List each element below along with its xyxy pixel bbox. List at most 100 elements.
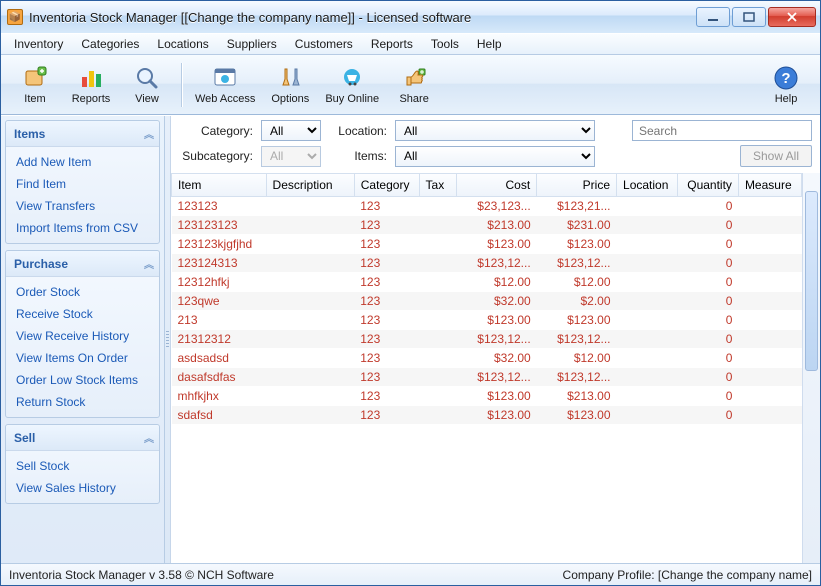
table-row[interactable]: 123123kjgfjhd123$123.00$123.000 <box>172 235 802 254</box>
cell-qty: 0 <box>678 273 739 292</box>
panel-head-purchase[interactable]: Purchase︽ <box>6 251 159 277</box>
titlebar[interactable]: 📦 Inventoria Stock Manager [[Change the … <box>1 1 820 33</box>
search-input[interactable] <box>632 120 812 141</box>
col-item[interactable]: Item <box>172 174 267 197</box>
cell-qty: 0 <box>678 330 739 349</box>
panel-head-items[interactable]: Items ︽ <box>6 121 159 147</box>
menu-categories[interactable]: Categories <box>72 34 148 54</box>
table-row[interactable]: dasafsdfas123$123,12...$123,12...0 <box>172 368 802 387</box>
table-row[interactable]: 123123123$23,123...$123,21...0 <box>172 197 802 216</box>
cell-cost: $123,12... <box>457 330 537 349</box>
menu-customers[interactable]: Customers <box>286 34 362 54</box>
cell-tax <box>419 273 457 292</box>
data-grid[interactable]: ItemDescriptionCategoryTaxCostPriceLocat… <box>171 173 802 563</box>
toolbar-item[interactable]: Item <box>7 58 63 112</box>
link-order-stock[interactable]: Order Stock <box>8 281 157 303</box>
cell-qty: 0 <box>678 349 739 368</box>
cell-loc <box>617 216 678 235</box>
cell-meas <box>738 254 801 273</box>
cell-loc <box>617 311 678 330</box>
menu-tools[interactable]: Tools <box>422 34 468 54</box>
menu-inventory[interactable]: Inventory <box>5 34 72 54</box>
menu-help[interactable]: Help <box>468 34 511 54</box>
link-order-low-stock-items[interactable]: Order Low Stock Items <box>8 369 157 391</box>
show-all-button: Show All <box>740 145 812 167</box>
cell-item: 123123 <box>172 197 267 216</box>
menu-reports[interactable]: Reports <box>362 34 422 54</box>
cell-item: dasafsdfas <box>172 368 267 387</box>
window-title: Inventoria Stock Manager [[Change the co… <box>29 10 696 25</box>
toolbar-help-label: Help <box>775 93 798 105</box>
toolbar-buy-online[interactable]: Buy Online <box>318 58 386 112</box>
cell-qty: 0 <box>678 311 739 330</box>
link-view-transfers[interactable]: View Transfers <box>8 195 157 217</box>
table-row[interactable]: 21312312123$123,12...$123,12...0 <box>172 330 802 349</box>
cell-cost: $123.00 <box>457 311 537 330</box>
col-price[interactable]: Price <box>537 174 617 197</box>
cell-tax <box>419 197 457 216</box>
table-row[interactable]: 213123$123.00$123.000 <box>172 311 802 330</box>
items-select[interactable]: All <box>395 146 595 167</box>
menu-suppliers[interactable]: Suppliers <box>218 34 286 54</box>
col-description[interactable]: Description <box>266 174 354 197</box>
table-row[interactable]: asdsadsd123$32.00$12.000 <box>172 349 802 368</box>
table-row[interactable]: mhfkjhx123$123.00$213.000 <box>172 387 802 406</box>
table-row[interactable]: 12312hfkj123$12.00$12.000 <box>172 273 802 292</box>
panel-items: Items ︽ Add New ItemFind ItemView Transfer… <box>5 120 160 244</box>
col-measure[interactable]: Measure <box>738 174 801 197</box>
toolbar-web-access[interactable]: Web Access <box>188 58 262 112</box>
table-row[interactable]: 123124313123$123,12...$123,12...0 <box>172 254 802 273</box>
menu-locations[interactable]: Locations <box>148 34 217 54</box>
panel-head-sell[interactable]: Sell︽ <box>6 425 159 451</box>
tools-icon <box>276 64 304 92</box>
minimize-button[interactable] <box>696 7 730 27</box>
toolbar-options[interactable]: Options <box>262 58 318 112</box>
toolbar-view[interactable]: View <box>119 58 175 112</box>
col-cost[interactable]: Cost <box>457 174 537 197</box>
splitter[interactable] <box>165 116 171 563</box>
cell-price: $231.00 <box>537 216 617 235</box>
location-select[interactable]: All <box>395 120 595 141</box>
col-category[interactable]: Category <box>354 174 419 197</box>
category-select[interactable]: All <box>261 120 321 141</box>
link-find-item[interactable]: Find Item <box>8 173 157 195</box>
toolbar-reports[interactable]: Reports <box>63 58 119 112</box>
close-button[interactable] <box>768 7 816 27</box>
cell-loc <box>617 254 678 273</box>
col-quantity[interactable]: Quantity <box>678 174 739 197</box>
chevron-up-icon: ︽ <box>144 126 151 141</box>
panel-body: Order StockReceive StockView Receive His… <box>6 277 159 417</box>
maximize-button[interactable] <box>732 7 766 27</box>
filter-bar: Category: All Location: All Subcategory:… <box>171 116 820 173</box>
table-row[interactable]: 123qwe123$32.00$2.000 <box>172 292 802 311</box>
link-receive-stock[interactable]: Receive Stock <box>8 303 157 325</box>
cell-cost: $213.00 <box>457 216 537 235</box>
cell-loc <box>617 197 678 216</box>
toolbar-share[interactable]: Share <box>386 58 442 112</box>
cell-tax <box>419 330 457 349</box>
toolbar-help[interactable]: ? Help <box>758 58 814 112</box>
bar-chart-icon <box>77 64 105 92</box>
scrollbar-thumb[interactable] <box>805 191 818 371</box>
panel-title: Sell <box>14 431 35 445</box>
link-view-receive-history[interactable]: View Receive History <box>8 325 157 347</box>
table-row[interactable]: 123123123123$213.00$231.000 <box>172 216 802 235</box>
link-sell-stock[interactable]: Sell Stock <box>8 455 157 477</box>
link-view-sales-history[interactable]: View Sales History <box>8 477 157 499</box>
link-view-items-on-order[interactable]: View Items On Order <box>8 347 157 369</box>
cell-item: 21312312 <box>172 330 267 349</box>
link-return-stock[interactable]: Return Stock <box>8 391 157 413</box>
table-row[interactable]: sdafsd123$123.00$123.000 <box>172 406 802 425</box>
cell-qty: 0 <box>678 216 739 235</box>
link-add-new-item[interactable]: Add New Item <box>8 151 157 173</box>
panel-title: Items <box>14 127 45 141</box>
link-import-items-from-csv[interactable]: Import Items from CSV <box>8 217 157 239</box>
cell-tax <box>419 387 457 406</box>
vertical-scrollbar[interactable] <box>802 173 820 563</box>
cart-icon <box>338 64 366 92</box>
cell-meas <box>738 311 801 330</box>
cell-qty: 0 <box>678 235 739 254</box>
col-location[interactable]: Location <box>617 174 678 197</box>
cell-desc <box>266 330 354 349</box>
col-tax[interactable]: Tax <box>419 174 457 197</box>
